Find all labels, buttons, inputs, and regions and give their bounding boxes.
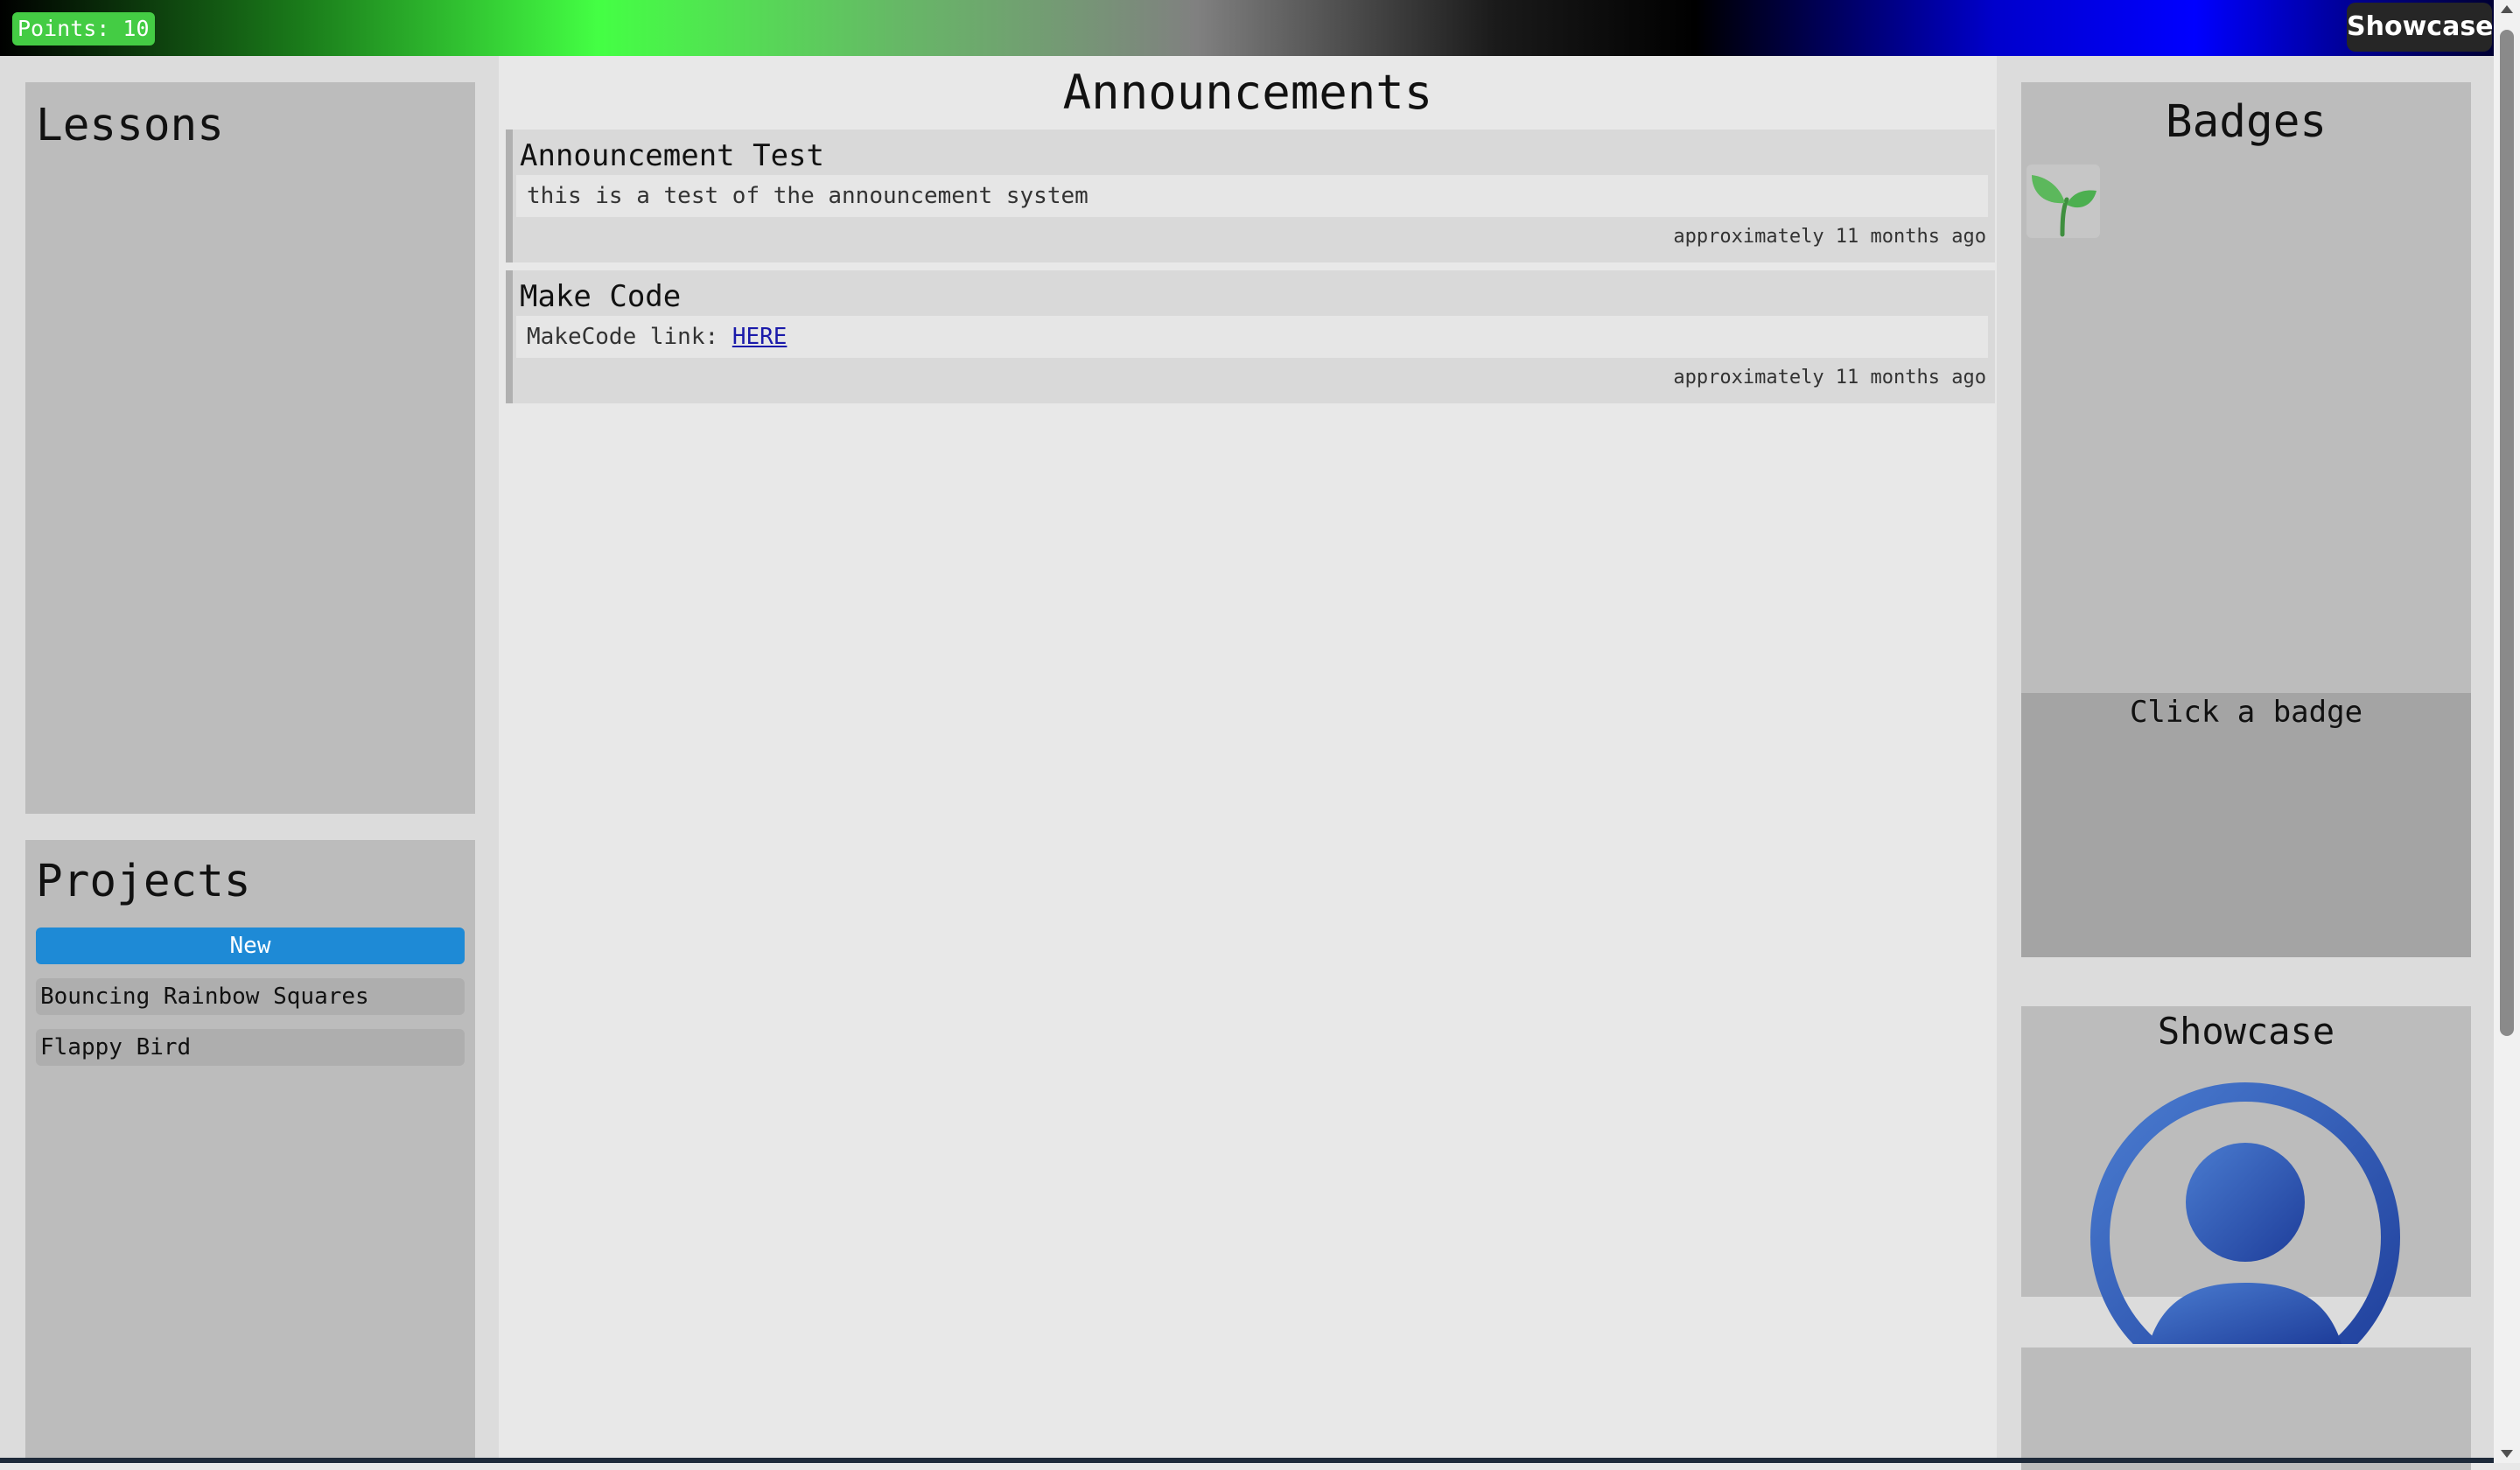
showcase-title: Showcase <box>2157 1010 2335 1053</box>
scroll-up-arrow-icon[interactable] <box>2501 5 2513 13</box>
left-sidebar: Lessons Projects New Bouncing Rainbow Sq… <box>0 56 499 1463</box>
announcement-timestamp: approximately 11 months ago <box>1673 226 1986 248</box>
right-sidebar: Badges Click a badge Showcase <box>1997 56 2494 1470</box>
announcement-body-text: MakeCode link: <box>527 324 732 350</box>
announcements-section: Announcements Announcement Test this is … <box>499 56 1997 1460</box>
announcement-card: Make Code MakeCode link: HERE approximat… <box>506 270 1995 403</box>
scrollbar-thumb[interactable] <box>2500 30 2514 1036</box>
announcement-body: MakeCode link: HERE <box>516 316 1988 358</box>
lessons-title: Lessons <box>36 100 224 151</box>
showcase-footer <box>2021 1348 2471 1470</box>
project-item[interactable]: Bouncing Rainbow Squares <box>36 978 465 1015</box>
bottom-edge <box>0 1458 2494 1463</box>
vertical-scrollbar[interactable] <box>2494 0 2520 1463</box>
points-badge: Points: 10 <box>12 12 155 46</box>
user-avatar-icon[interactable] <box>2088 1080 2403 1344</box>
project-item[interactable]: Flappy Bird <box>36 1029 465 1066</box>
badge-detail-panel: Click a badge <box>2021 693 2471 957</box>
announcement-title: Announcement Test <box>520 138 824 173</box>
announcement-timestamp: approximately 11 months ago <box>1673 367 1986 388</box>
badge-detail-hint: Click a badge <box>2129 695 2363 730</box>
sprout-icon <box>2032 175 2096 237</box>
announcement-title: Make Code <box>520 279 682 314</box>
top-bar: Points: 10 Showcase <box>0 0 2494 56</box>
badges-title: Badges <box>2165 96 2328 148</box>
showcase-button[interactable]: Showcase <box>2347 3 2494 52</box>
new-project-button[interactable]: New <box>36 928 465 964</box>
projects-panel: Projects New Bouncing Rainbow Squares Fl… <box>25 840 475 1463</box>
announcement-body: this is a test of the announcement syste… <box>516 175 1988 217</box>
announcement-card: Announcement Test this is a test of the … <box>506 130 1995 262</box>
projects-title: Projects <box>36 856 251 907</box>
makecode-link[interactable]: HERE <box>732 324 788 350</box>
lessons-panel: Lessons <box>25 82 475 814</box>
badge-item[interactable] <box>2026 164 2100 238</box>
announcements-title: Announcements <box>1062 65 1433 120</box>
scroll-down-arrow-icon[interactable] <box>2501 1450 2513 1458</box>
